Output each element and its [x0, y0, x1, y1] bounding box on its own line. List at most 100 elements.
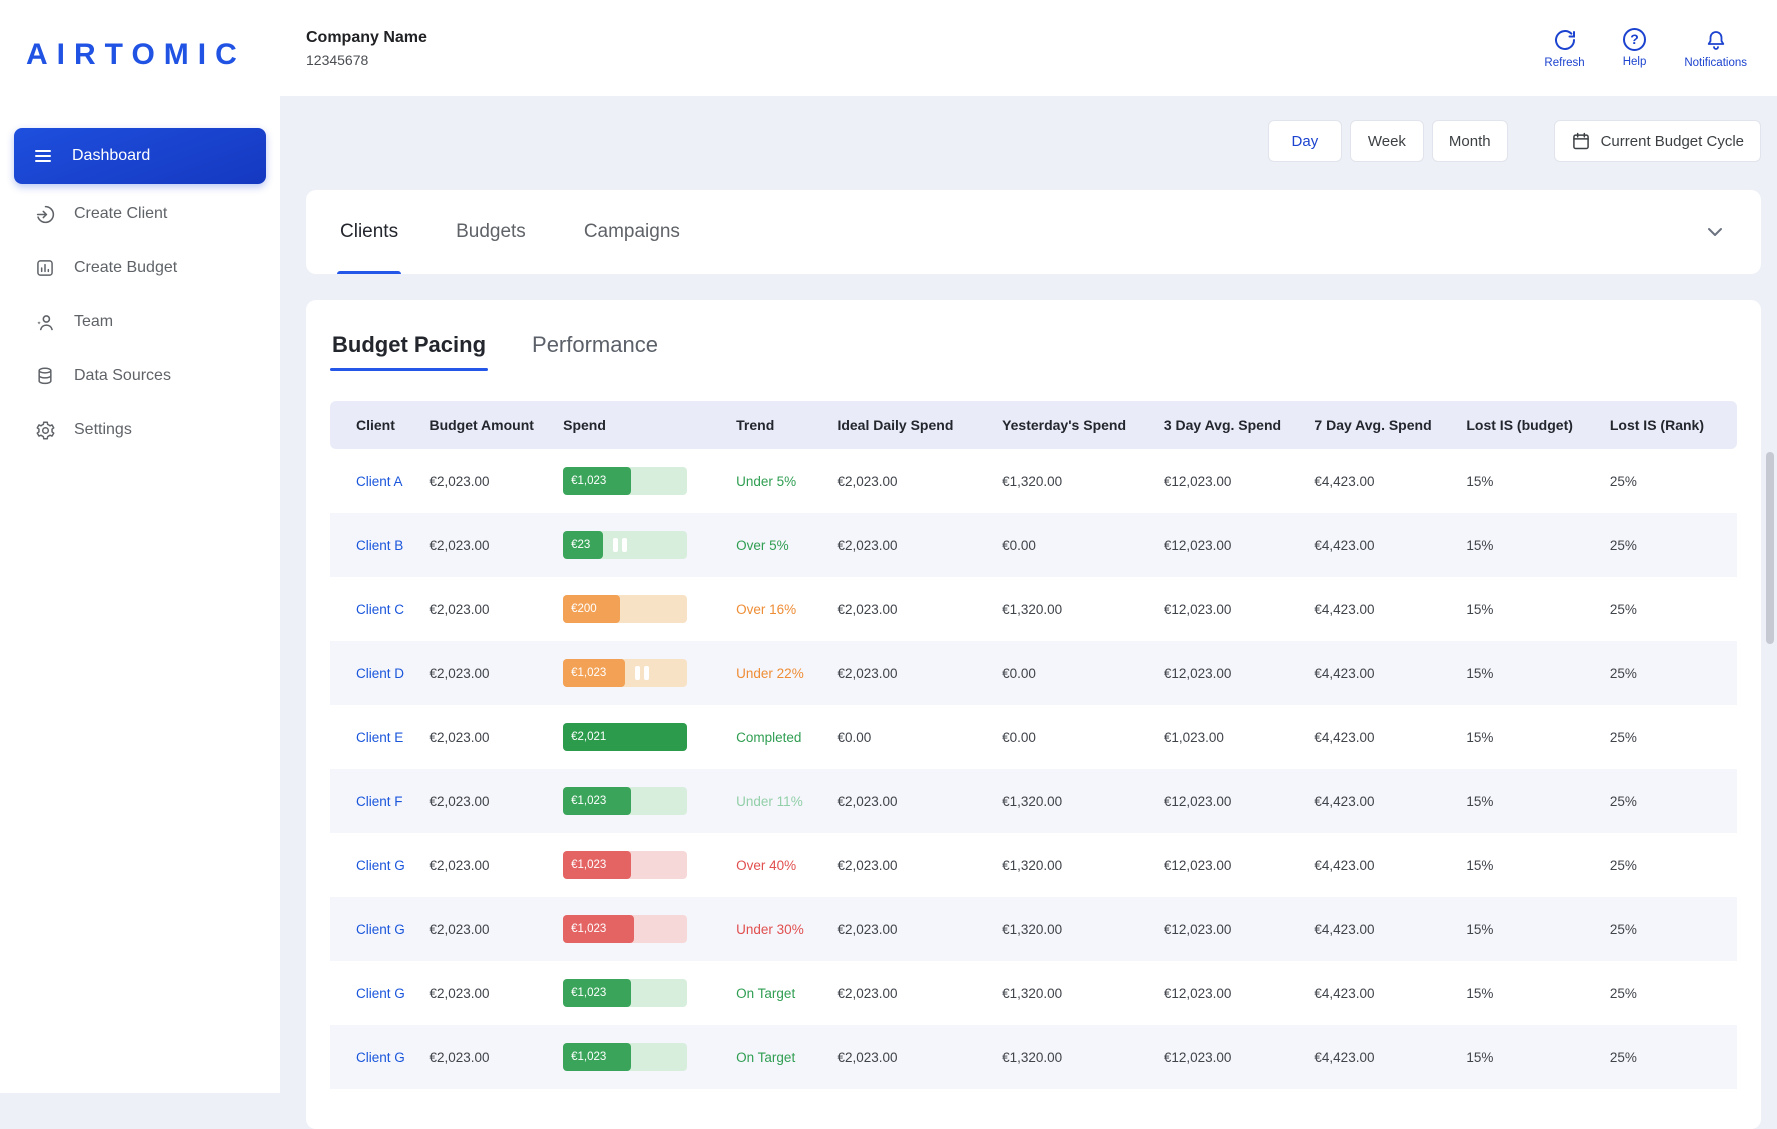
table-row: Client B €2,023.00 €23 Over 5% €2,023.00… [330, 513, 1737, 577]
pause-icon [613, 538, 627, 552]
period-button-week[interactable]: Week [1350, 120, 1424, 162]
help-button[interactable]: ? Help [1623, 28, 1647, 69]
calendar-icon [1571, 131, 1591, 151]
table-row: Client G €2,023.00 €1,023 Over 40% €2,02… [330, 833, 1737, 897]
7-day-avg-cell: €4,423.00 [1306, 1025, 1458, 1089]
sidebar: AIRTOMIC Dashboard Create Client Create … [0, 0, 280, 1093]
7-day-avg-cell: €4,423.00 [1306, 577, 1458, 641]
create-client-icon [34, 203, 56, 225]
spend-value: €200 [571, 603, 597, 615]
gear-icon [34, 419, 56, 441]
col-7-day-avg: 7 Day Avg. Spend [1306, 401, 1458, 449]
spend-progress-bar: €1,023 [563, 1043, 687, 1071]
pause-icon [635, 666, 649, 680]
spend-progress-bar: €1,023 [563, 787, 687, 815]
budget-amount-cell: €2,023.00 [421, 1025, 555, 1089]
ideal-daily-spend-cell: €2,023.00 [829, 513, 994, 577]
client-link[interactable]: Client G [356, 858, 405, 873]
client-link[interactable]: Client G [356, 922, 405, 937]
lost-is-budget-cell: 15% [1458, 769, 1602, 833]
budget-amount-cell: €2,023.00 [421, 641, 555, 705]
sidebar-item-dashboard[interactable]: Dashboard [14, 128, 266, 184]
tab-performance[interactable]: Performance [532, 332, 658, 371]
sidebar-nav: Dashboard Create Client Create Budget Te… [0, 128, 280, 456]
sidebar-item-data-sources[interactable]: Data Sources [16, 350, 264, 402]
budget-amount-cell: €2,023.00 [421, 961, 555, 1025]
sidebar-item-label: Data Sources [74, 367, 171, 385]
lost-is-rank-cell: 25% [1602, 513, 1737, 577]
spend-value: €1,023 [571, 859, 606, 871]
spend-progress-bar: €1,023 [563, 659, 687, 687]
trend-label: Over 5% [736, 538, 789, 553]
sidebar-item-label: Dashboard [72, 147, 150, 165]
client-link[interactable]: Client B [356, 538, 403, 553]
client-link[interactable]: Client D [356, 666, 404, 681]
spend-bar-fill: €1,023 [563, 851, 631, 879]
trend-label: Under 22% [736, 666, 804, 681]
lost-is-rank-cell: 25% [1602, 1025, 1737, 1089]
tab-campaigns[interactable]: Campaigns [584, 190, 680, 274]
table-row: Client A €2,023.00 €1,023 Under 5% €2,02… [330, 449, 1737, 513]
main-content: Day Week Month Current Budget Cycle Clie… [280, 96, 1777, 1093]
current-budget-cycle-button[interactable]: Current Budget Cycle [1554, 120, 1761, 162]
ideal-daily-spend-cell: €0.00 [829, 705, 994, 769]
client-link[interactable]: Client G [356, 1050, 405, 1065]
tab-budgets[interactable]: Budgets [456, 190, 526, 274]
yesterdays-spend-cell: €1,320.00 [994, 577, 1156, 641]
3-day-avg-cell: €12,023.00 [1156, 1025, 1307, 1089]
lost-is-budget-cell: 15% [1458, 641, 1602, 705]
table-row: Client D €2,023.00 €1,023 Under 22% €2,0… [330, 641, 1737, 705]
spend-bar-fill: €23 [563, 531, 603, 559]
tab-budget-pacing[interactable]: Budget Pacing [332, 332, 486, 371]
tab-clients[interactable]: Clients [340, 190, 398, 274]
notifications-button[interactable]: Notifications [1684, 28, 1747, 69]
lost-is-budget-cell: 15% [1458, 513, 1602, 577]
client-link[interactable]: Client E [356, 730, 403, 745]
sidebar-item-settings[interactable]: Settings [16, 404, 264, 456]
budget-amount-cell: €2,023.00 [421, 769, 555, 833]
lost-is-rank-cell: 25% [1602, 641, 1737, 705]
lost-is-budget-cell: 15% [1458, 897, 1602, 961]
col-lost-is-rank: Lost IS (Rank) [1602, 401, 1737, 449]
sidebar-item-label: Settings [74, 421, 132, 439]
topbar: Company Name 12345678 Refresh ? Help Not… [280, 0, 1777, 96]
spend-bar-fill: €1,023 [563, 915, 634, 943]
budget-amount-cell: €2,023.00 [421, 897, 555, 961]
budget-pacing-card: Budget Pacing Performance Client Budget … [306, 300, 1761, 1129]
lost-is-rank-cell: 25% [1602, 577, 1737, 641]
yesterdays-spend-cell: €1,320.00 [994, 1025, 1156, 1089]
period-button-month[interactable]: Month [1432, 120, 1508, 162]
team-icon [34, 311, 56, 333]
spend-progress-bar: €1,023 [563, 915, 687, 943]
trend-label: On Target [736, 1050, 795, 1065]
sidebar-item-create-budget[interactable]: Create Budget [16, 242, 264, 294]
company-block: Company Name 12345678 [306, 29, 427, 68]
collapse-panel-button[interactable] [1703, 220, 1727, 244]
table-row: Client G €2,023.00 €1,023 On Target €2,0… [330, 1025, 1737, 1089]
spend-bar-fill: €1,023 [563, 467, 631, 495]
spend-bar-fill: €1,023 [563, 659, 625, 687]
lost-is-rank-cell: 25% [1602, 449, 1737, 513]
yesterdays-spend-cell: €1,320.00 [994, 961, 1156, 1025]
spend-value: €1,023 [571, 923, 606, 935]
ideal-daily-spend-cell: €2,023.00 [829, 833, 994, 897]
yesterdays-spend-cell: €1,320.00 [994, 769, 1156, 833]
client-link[interactable]: Client F [356, 794, 403, 809]
vertical-scrollbar[interactable] [1766, 452, 1774, 644]
sidebar-item-team[interactable]: Team [16, 296, 264, 348]
client-link[interactable]: Client C [356, 602, 404, 617]
trend-label: On Target [736, 986, 795, 1001]
sidebar-item-create-client[interactable]: Create Client [16, 188, 264, 240]
trend-label: Over 16% [736, 602, 796, 617]
spend-progress-bar: €2,021 [563, 723, 687, 751]
7-day-avg-cell: €4,423.00 [1306, 833, 1458, 897]
topbar-actions: Refresh ? Help Notifications [1544, 28, 1747, 69]
create-budget-icon [34, 257, 56, 279]
sidebar-item-label: Create Client [74, 205, 167, 223]
7-day-avg-cell: €4,423.00 [1306, 513, 1458, 577]
spend-progress-bar: €1,023 [563, 467, 687, 495]
period-button-day[interactable]: Day [1268, 120, 1342, 162]
refresh-button[interactable]: Refresh [1544, 28, 1584, 69]
client-link[interactable]: Client G [356, 986, 405, 1001]
client-link[interactable]: Client A [356, 474, 403, 489]
